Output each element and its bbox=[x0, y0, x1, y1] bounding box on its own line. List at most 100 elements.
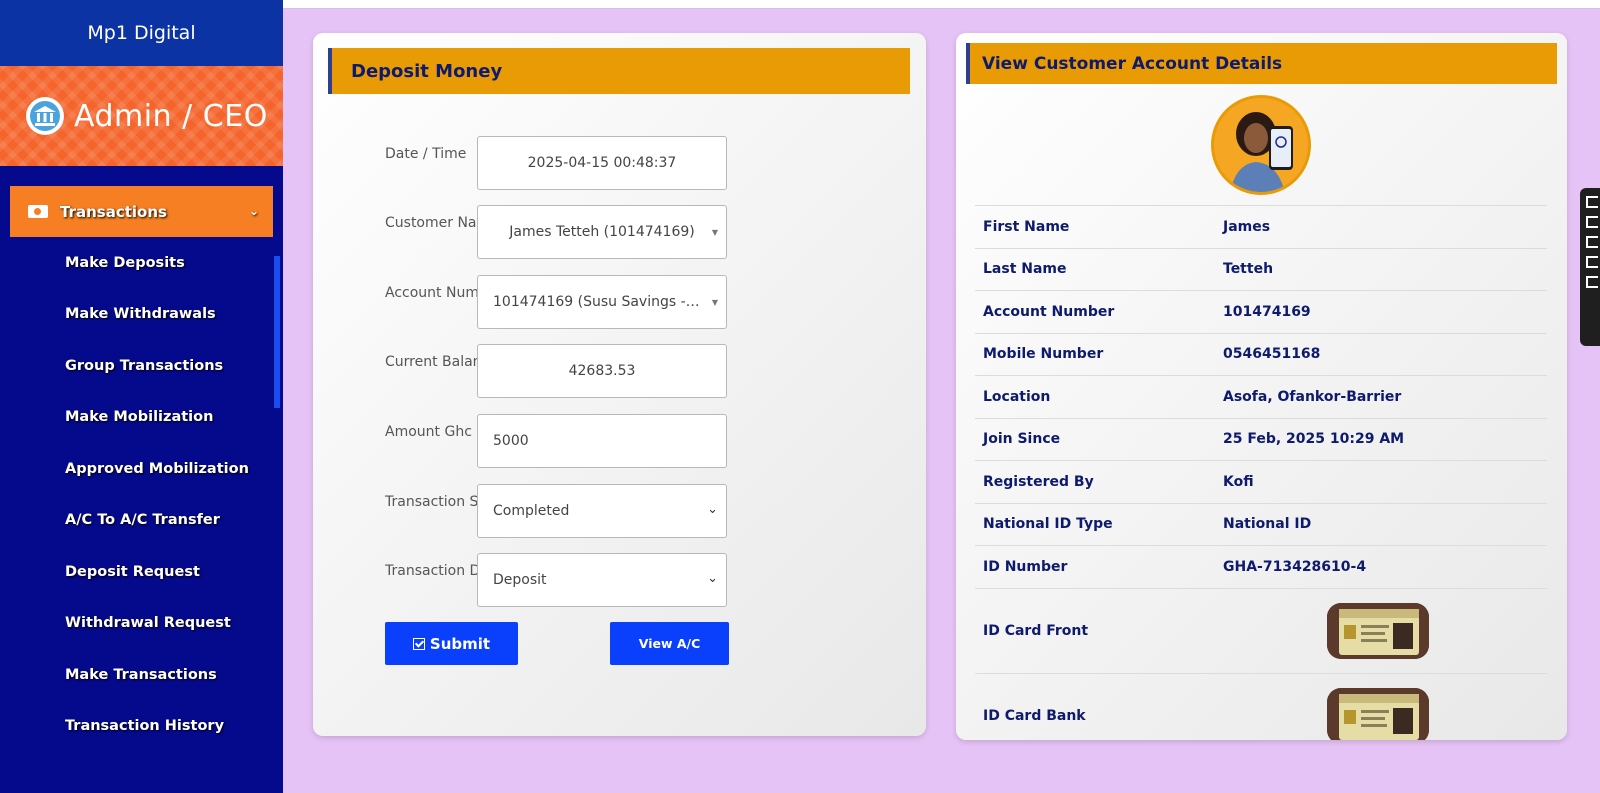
detail-value: James bbox=[1223, 218, 1271, 235]
transactions-submenu: Make Deposits Make Withdrawals Group Tra… bbox=[0, 237, 283, 752]
detail-row: Account Number 101474169 bbox=[975, 290, 1547, 333]
brand-name: Mp1 Digital bbox=[0, 0, 283, 66]
id-card-front-label: ID Card Front bbox=[983, 622, 1089, 639]
submit-button[interactable]: Submit bbox=[385, 622, 518, 665]
customer-row: Customer Name James Tetteh (101474169) ▼ bbox=[385, 205, 735, 259]
sidebar-item-withdrawal-request[interactable]: Withdrawal Request bbox=[0, 598, 283, 650]
view-account-button[interactable]: View A/C bbox=[610, 622, 729, 665]
detail-value: 0546451168 bbox=[1223, 346, 1321, 363]
customer-card-title: View Customer Account Details bbox=[966, 43, 1557, 84]
detail-row: Join Since 25 Feb, 2025 10:29 AM bbox=[975, 417, 1547, 461]
amount-input[interactable]: 5000 bbox=[477, 414, 727, 468]
date-time-field[interactable]: 2025-04-15 00:48:37 bbox=[477, 136, 727, 190]
submit-button-label: Submit bbox=[429, 634, 491, 653]
caret-down-icon: ▼ bbox=[711, 228, 718, 237]
amount-value: 5000 bbox=[493, 433, 529, 449]
customer-details-card: View Customer Account Details First Name… bbox=[956, 33, 1567, 740]
date-time-label: Date / Time bbox=[385, 146, 467, 162]
detail-key: Registered By bbox=[983, 473, 1094, 490]
current-balance-value: 42683.53 bbox=[568, 363, 636, 379]
copy-icon[interactable] bbox=[1586, 256, 1598, 268]
search-icon[interactable] bbox=[1586, 216, 1598, 228]
detail-row: National ID Type National ID bbox=[975, 502, 1547, 546]
cash-icon bbox=[28, 205, 48, 218]
transaction-description-select[interactable]: Deposit ⌄ bbox=[477, 553, 727, 607]
detail-value: Kofi bbox=[1223, 473, 1254, 490]
sidebar-item-make-mobilization[interactable]: Make Mobilization bbox=[0, 392, 283, 444]
sidebar-section-transactions[interactable]: Transactions ⌄ bbox=[10, 186, 273, 237]
id-card-front-image[interactable] bbox=[1327, 602, 1429, 659]
chevron-down-icon: ⌄ bbox=[707, 571, 718, 586]
date-time-row: Date / Time 2025-04-15 00:48:37 bbox=[385, 136, 735, 190]
customer-name-label: Customer Name bbox=[385, 215, 478, 231]
transaction-description-label: Transaction Description bbox=[385, 563, 478, 579]
account-value: 101474169 (Susu Savings - G... bbox=[493, 294, 703, 310]
detail-value: National ID bbox=[1223, 516, 1312, 533]
bank-icon bbox=[26, 97, 64, 135]
sidebar-section-label: Transactions bbox=[60, 202, 167, 221]
sidebar: Mp1 Digital Admin / CEO Transactions ⌄ M… bbox=[0, 0, 283, 793]
window-icon[interactable] bbox=[1586, 236, 1598, 248]
account-select[interactable]: 101474169 (Susu Savings - G... ▼ bbox=[477, 275, 727, 329]
customer-select[interactable]: James Tetteh (101474169) ▼ bbox=[477, 205, 727, 259]
deposit-card-title: Deposit Money bbox=[328, 48, 910, 94]
account-row: Account Number 101474169 (Susu Savings -… bbox=[385, 275, 735, 329]
sidebar-item-approved-mobilization[interactable]: Approved Mobilization bbox=[0, 443, 283, 495]
sidebar-item-transaction-history[interactable]: Transaction History bbox=[0, 701, 283, 753]
sidebar-item-group-transactions[interactable]: Group Transactions bbox=[0, 340, 283, 392]
link-icon[interactable] bbox=[1586, 196, 1598, 208]
detail-row: ID Number GHA-713428610-4 bbox=[975, 545, 1547, 588]
id-card-back-cell bbox=[1223, 687, 1547, 740]
date-time-value: 2025-04-15 00:48:37 bbox=[527, 155, 677, 171]
customer-avatar bbox=[1211, 95, 1311, 195]
sidebar-item-make-deposits[interactable]: Make Deposits bbox=[0, 237, 283, 289]
current-balance-label: Current Balance bbox=[385, 354, 478, 370]
transaction-status-value: Completed bbox=[493, 503, 570, 519]
detail-row: First Name James bbox=[975, 205, 1547, 248]
caret-down-icon: ▼ bbox=[711, 298, 718, 307]
amount-label: Amount Ghc bbox=[385, 424, 472, 440]
description-row: Transaction Description Deposit ⌄ bbox=[385, 553, 735, 607]
gear-icon[interactable] bbox=[1586, 276, 1598, 288]
transaction-status-select[interactable]: Completed ⌄ bbox=[477, 484, 727, 538]
deposit-money-card: Deposit Money Date / Time 2025-04-15 00:… bbox=[313, 33, 926, 736]
detail-key: National ID Type bbox=[983, 516, 1113, 533]
id-card-front-row: ID Card Front bbox=[975, 587, 1547, 673]
detail-key: Last Name bbox=[983, 261, 1067, 278]
detail-row: Mobile Number 0546451168 bbox=[975, 332, 1547, 376]
check-square-icon bbox=[412, 637, 425, 650]
detail-key: Mobile Number bbox=[983, 346, 1104, 363]
sidebar-item-make-transactions[interactable]: Make Transactions bbox=[0, 649, 283, 701]
amount-row: Amount Ghc 5000 bbox=[385, 414, 735, 468]
account-number-label: Account Number bbox=[385, 285, 478, 301]
top-bar bbox=[283, 0, 1600, 9]
detail-value: 25 Feb, 2025 10:29 AM bbox=[1223, 431, 1405, 448]
transaction-status-label: Transaction Status bbox=[385, 494, 478, 510]
sidebar-item-ac-transfer[interactable]: A/C To A/C Transfer bbox=[0, 495, 283, 547]
chevron-down-icon: ⌄ bbox=[707, 502, 718, 517]
customer-details-table: First Name James Last Name Tetteh Accoun… bbox=[975, 205, 1547, 740]
detail-value: 101474169 bbox=[1223, 303, 1311, 320]
detail-value: GHA-713428610-4 bbox=[1223, 558, 1367, 575]
balance-row: Current Balance 42683.53 bbox=[385, 344, 735, 398]
detail-value: Asofa, Ofankor-Barrier bbox=[1223, 388, 1402, 405]
customer-value: James Tetteh (101474169) bbox=[509, 224, 695, 240]
detail-key: First Name bbox=[983, 218, 1070, 235]
id-card-back-image[interactable] bbox=[1327, 687, 1429, 740]
chevron-down-icon: ⌄ bbox=[248, 204, 259, 218]
detail-key: Join Since bbox=[983, 431, 1061, 448]
role-title: Admin / CEO bbox=[74, 98, 268, 134]
detail-key: Location bbox=[983, 388, 1051, 405]
current-balance-field[interactable]: 42683.53 bbox=[477, 344, 727, 398]
detail-key: Account Number bbox=[983, 303, 1115, 320]
detail-row: Last Name Tetteh bbox=[975, 247, 1547, 291]
transaction-description-value: Deposit bbox=[493, 572, 547, 588]
id-card-front-cell bbox=[1223, 602, 1547, 659]
sidebar-scrollbar[interactable] bbox=[274, 256, 280, 408]
status-row: Transaction Status Completed ⌄ bbox=[385, 484, 735, 538]
detail-row: Location Asofa, Ofankor-Barrier bbox=[975, 375, 1547, 418]
detail-key: ID Number bbox=[983, 558, 1068, 575]
sidebar-item-make-withdrawals[interactable]: Make Withdrawals bbox=[0, 289, 283, 341]
role-banner: Admin / CEO bbox=[0, 66, 283, 166]
sidebar-item-deposit-request[interactable]: Deposit Request bbox=[0, 546, 283, 598]
